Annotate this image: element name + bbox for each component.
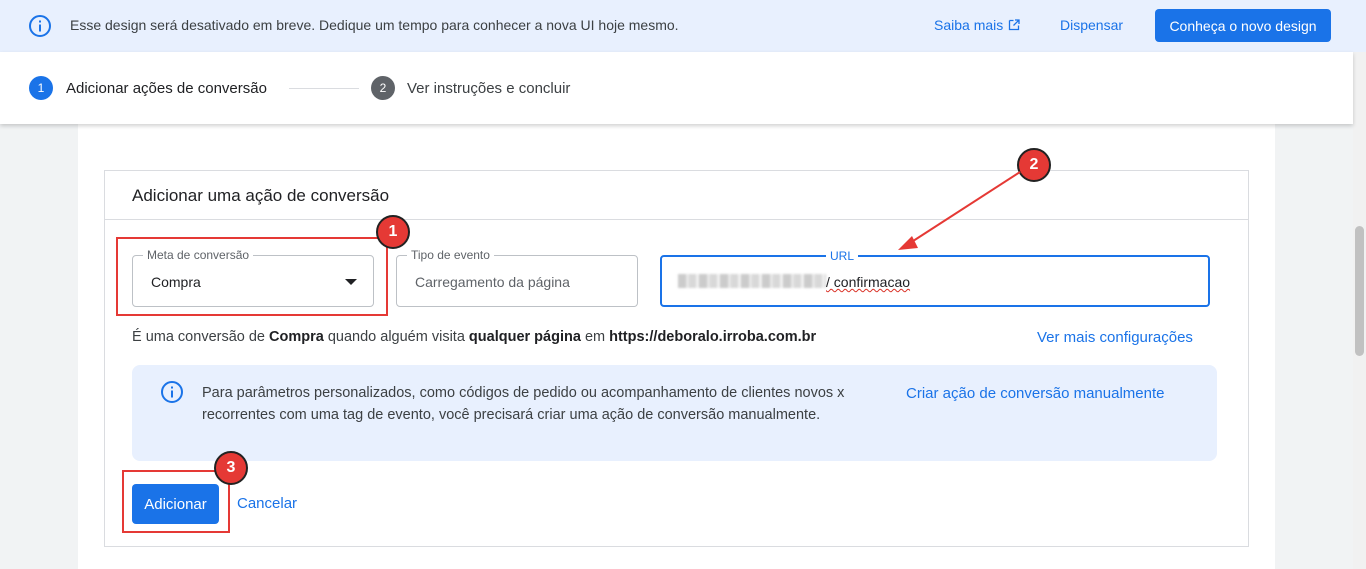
url-value: / confirmacao <box>826 274 910 290</box>
saiba-mais-label: Saiba mais <box>934 17 1004 33</box>
custom-parameters-notice: Para parâmetros personalizados, como cód… <box>132 365 1217 461</box>
step-connector <box>289 88 359 89</box>
info-icon <box>29 15 51 37</box>
url-input[interactable]: URL / confirmacao <box>660 249 1210 307</box>
url-path: / confirmacao <box>826 274 911 290</box>
scrollbar-thumb[interactable] <box>1355 226 1364 356</box>
novo-design-button[interactable]: Conheça o novo design <box>1155 9 1331 42</box>
notice-text: Para parâmetros personalizados, como cód… <box>202 385 845 423</box>
ver-mais-configuracoes-link[interactable]: Ver mais configurações <box>1037 329 1193 346</box>
annotation-badge-3: 3 <box>214 451 248 485</box>
cancelar-button[interactable]: Cancelar <box>237 495 297 512</box>
info-icon <box>161 381 183 403</box>
deprecation-banner: Esse design será desativado em breve. De… <box>0 0 1366 52</box>
conversion-card <box>104 170 1249 547</box>
criar-acao-manual-link[interactable]: Criar ação de conversão manualmente <box>906 385 1164 402</box>
step-1-label[interactable]: Adicionar ações de conversão <box>66 80 267 97</box>
annotation-badge-2: 2 <box>1017 148 1051 182</box>
dispensar-button[interactable]: Dispensar <box>1060 17 1123 33</box>
tipo-evento-field[interactable]: Tipo de evento Carregamento da página <box>396 248 638 307</box>
banner-message: Esse design será desativado em breve. De… <box>70 17 679 33</box>
saiba-mais-link[interactable]: Saiba mais <box>934 17 1020 33</box>
desc-text-3: em <box>580 329 610 345</box>
url-label: URL <box>826 249 859 263</box>
desc-domain: https://deboralo.irroba.com.br <box>609 329 817 345</box>
tipo-evento-label: Tipo de evento <box>407 248 494 262</box>
stepper: 1 Adicionar ações de conversão 2 Ver ins… <box>0 52 1353 124</box>
annotation-highlight-3 <box>122 470 230 533</box>
desc-text-1: É uma conversão de <box>132 329 270 345</box>
step-2-label[interactable]: Ver instruções e concluir <box>407 80 570 97</box>
step-1-number: 1 <box>29 76 53 100</box>
annotation-highlight-1 <box>116 237 388 316</box>
external-link-icon <box>1009 19 1020 31</box>
tipo-evento-value: Carregamento da página <box>415 274 570 290</box>
conversion-description: É uma conversão de Compra quando alguém … <box>132 329 816 345</box>
desc-goal: Compra <box>269 329 324 345</box>
annotation-badge-1: 1 <box>376 215 410 249</box>
step-2-number: 2 <box>371 76 395 100</box>
card-title: Adicionar uma ação de conversão <box>132 186 390 205</box>
card-divider <box>105 219 1248 220</box>
redacted-domain <box>678 274 826 288</box>
desc-page-scope: qualquer página <box>468 329 581 345</box>
desc-text-2: quando alguém visita <box>323 329 469 345</box>
